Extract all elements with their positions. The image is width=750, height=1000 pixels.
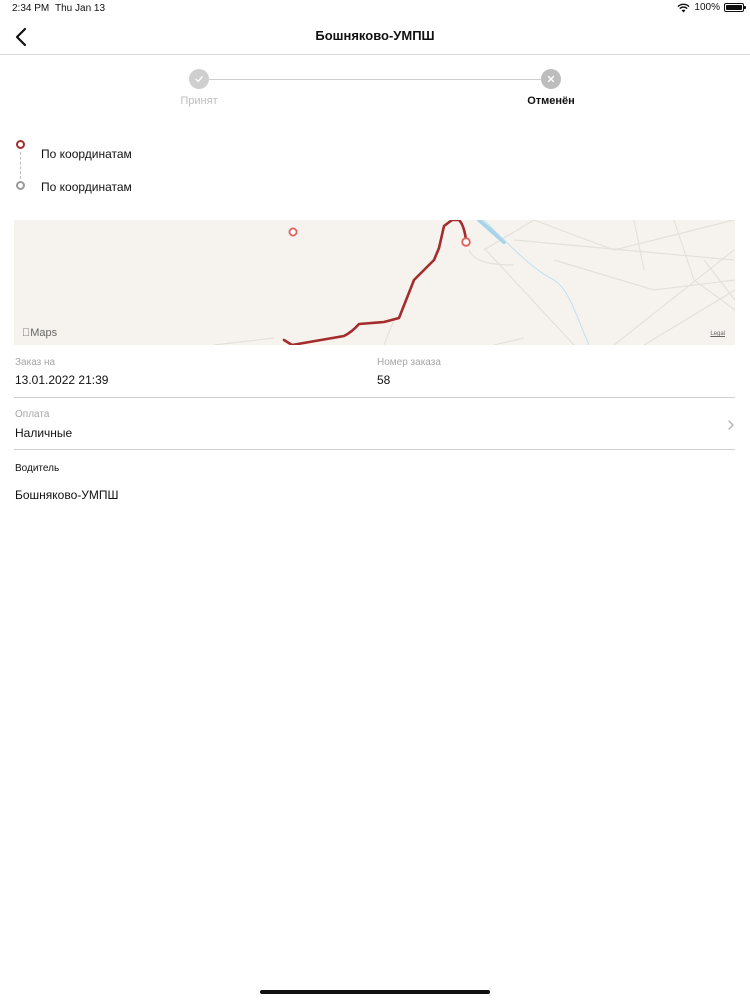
step-accepted-label: Принят	[180, 95, 218, 107]
map-river	[477, 220, 506, 244]
payment-row[interactable]	[14, 400, 735, 448]
order-date-value: 13.01.2022 21:39	[15, 373, 109, 387]
status-time: 2:34 PM	[12, 3, 50, 14]
close-icon	[547, 75, 555, 83]
status-date: Thu Jan 13	[55, 3, 106, 14]
driver-value: Бошняково-УМПШ	[15, 488, 119, 502]
route-from: По координатам	[41, 147, 132, 161]
divider	[14, 449, 735, 450]
progress-line	[199, 79, 551, 80]
step-accepted-indicator	[189, 69, 209, 89]
map-marker-end	[288, 227, 298, 237]
driver-label: Водитель	[15, 463, 60, 474]
home-indicator[interactable]	[260, 990, 490, 994]
battery-icon	[724, 3, 746, 12]
map-marker-start	[461, 237, 471, 247]
wifi-icon	[677, 3, 691, 12]
map-roads	[213, 220, 735, 345]
order-number-label: Номер заказа	[377, 357, 441, 368]
nav-divider	[0, 54, 750, 55]
route-start-icon	[16, 140, 25, 149]
payment-label: Оплата	[15, 409, 50, 420]
legal-link[interactable]: Legal	[710, 331, 725, 337]
apple-logo-icon: 	[22, 327, 30, 339]
page-title: Бошняково-УМПШ	[315, 28, 435, 43]
chevron-right-icon	[728, 420, 734, 430]
battery-percent: 100%	[694, 2, 720, 13]
route-line	[282, 220, 468, 345]
route-end-icon	[16, 181, 25, 190]
check-icon	[195, 76, 203, 83]
payment-value: Наличные	[15, 426, 73, 440]
step-cancelled-indicator	[541, 69, 561, 89]
route-to: По координатам	[41, 180, 132, 194]
order-date-label: Заказ на	[15, 357, 56, 368]
order-number-value: 58	[377, 373, 391, 387]
step-cancelled-label: Отменён	[527, 95, 575, 107]
divider	[14, 397, 735, 398]
status-right: 100%	[677, 2, 746, 13]
map-canvas	[213, 220, 735, 345]
maps-logo: Maps	[22, 327, 57, 339]
route-map[interactable]: Maps Legal	[14, 220, 735, 345]
route-connector	[20, 152, 21, 179]
